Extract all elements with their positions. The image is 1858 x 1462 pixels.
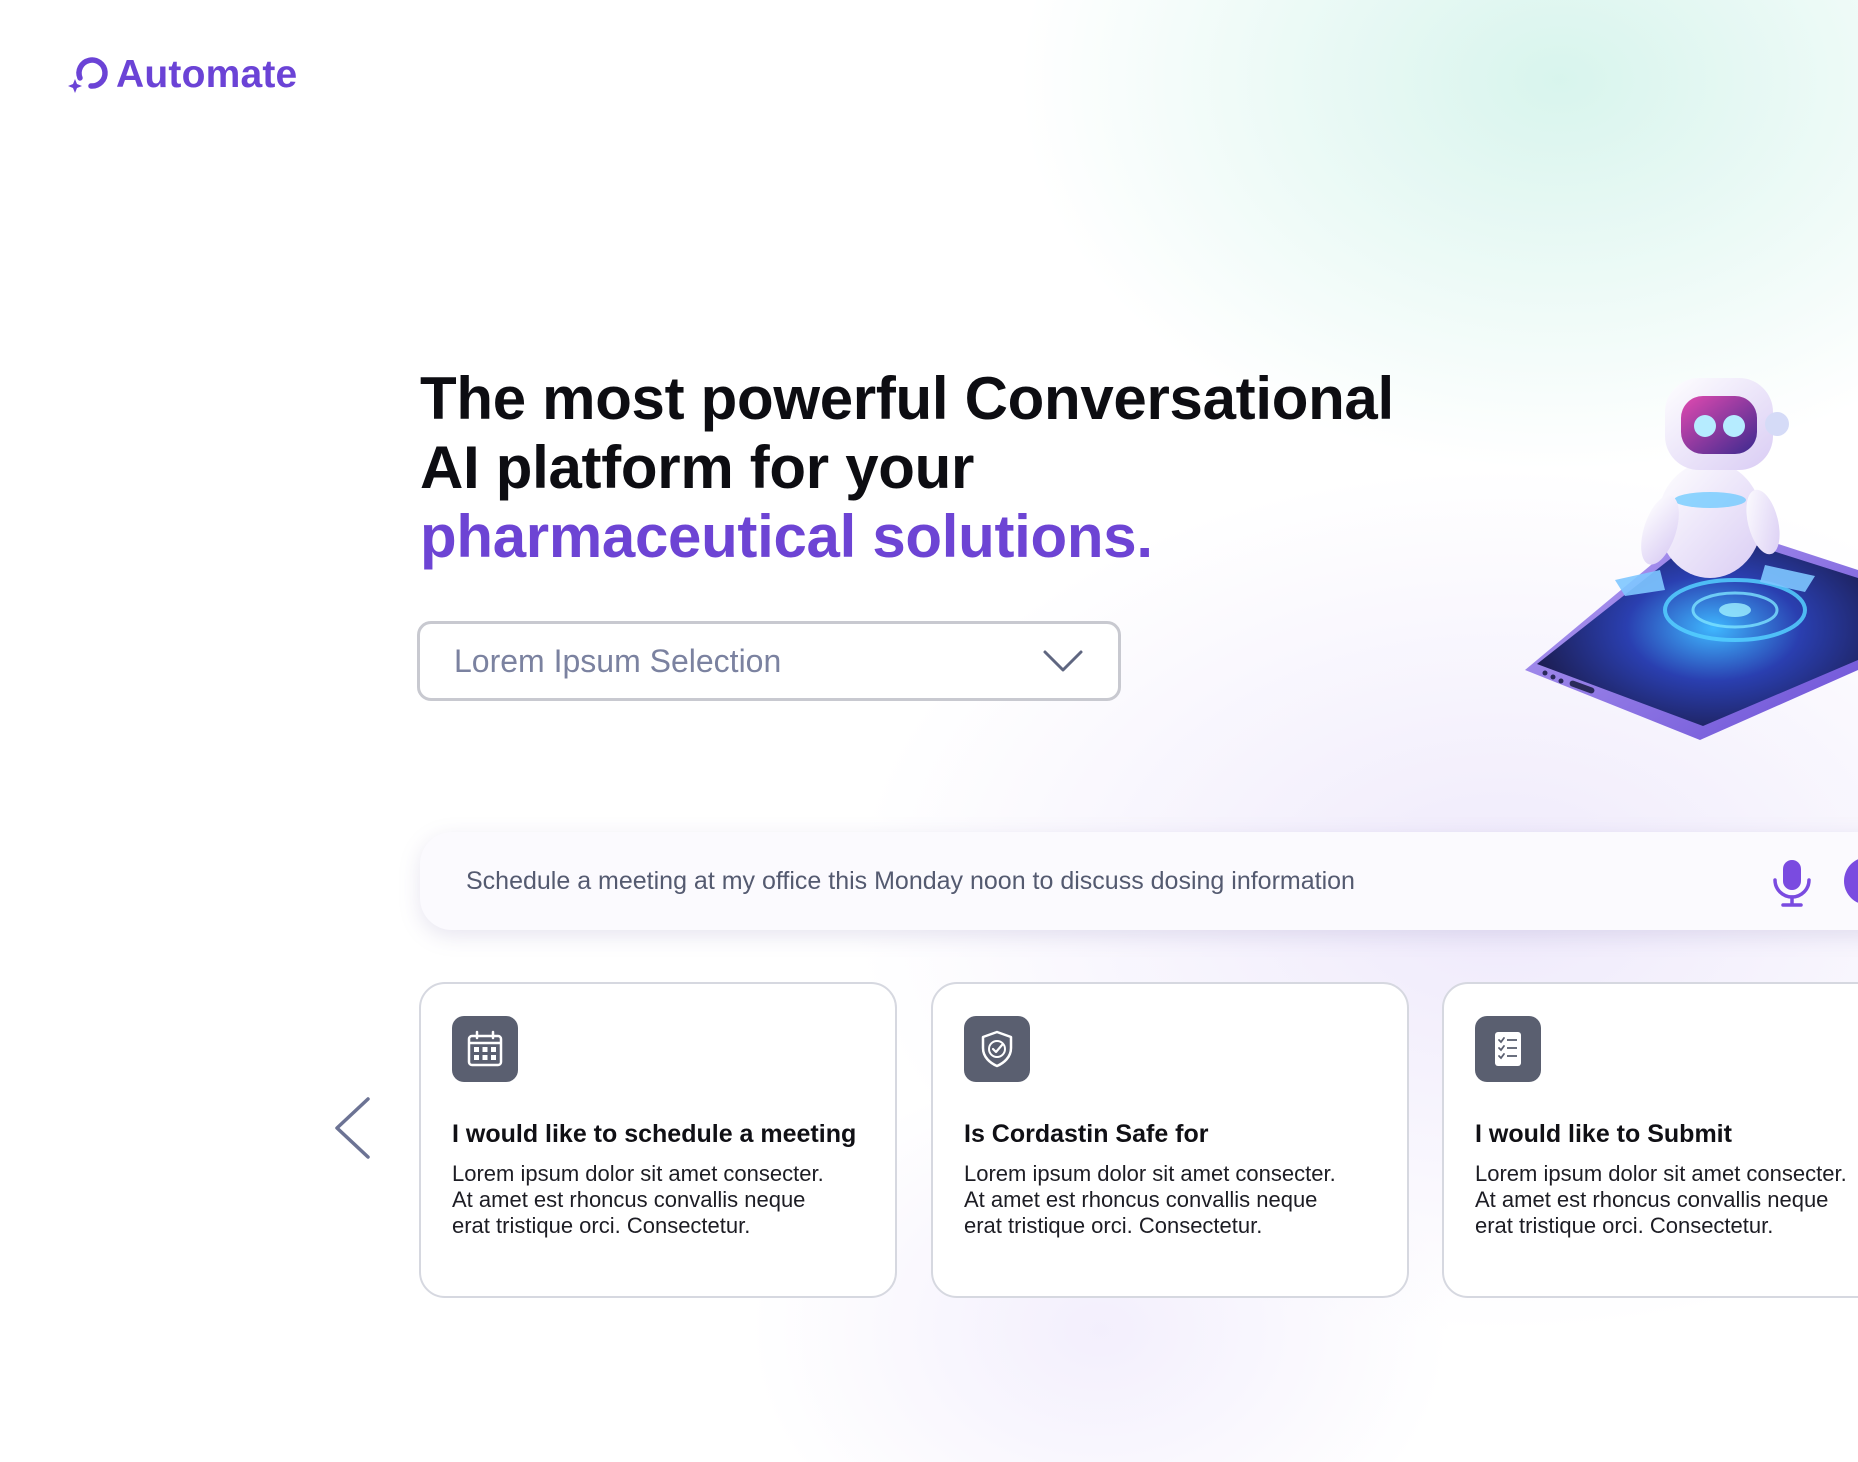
microphone-icon[interactable]: [1770, 858, 1814, 908]
card-title: I would like to schedule a meeting: [452, 1120, 857, 1148]
card-body: Lorem ipsum dolor sit amet consecter. At…: [964, 1161, 1336, 1238]
checklist-icon: [1475, 1016, 1541, 1082]
headline-line-3-accent: pharmaceutical solutions.: [420, 503, 1153, 570]
brand-logo[interactable]: Automate: [64, 52, 297, 98]
headline-line-2: AI platform for your: [420, 434, 975, 501]
card-title: Is Cordastin Safe for: [964, 1120, 1209, 1148]
card-body: Lorem ipsum dolor sit amet consecter. At…: [1475, 1161, 1847, 1238]
selection-dropdown[interactable]: Lorem Ipsum Selection: [417, 621, 1121, 701]
chevron-left-icon[interactable]: [332, 1096, 372, 1160]
shield-check-icon: [964, 1016, 1030, 1082]
headline-line-1: The most powerful Conversational: [420, 365, 1394, 432]
card-body: Lorem ipsum dolor sit amet consecter. At…: [452, 1161, 824, 1238]
hero-headline: The most powerful Conversational AI plat…: [420, 364, 1420, 571]
robot-on-phone-illustration: [1525, 378, 1858, 740]
chevron-down-icon: [1043, 650, 1083, 672]
suggestion-card-cordastin-safety[interactable]: Is Cordastin Safe for Lorem ipsum dolor …: [931, 982, 1409, 1298]
calendar-icon: [452, 1016, 518, 1082]
loop-sparkle-icon: [68, 57, 108, 93]
prompt-input-bar: [420, 832, 1858, 930]
suggestion-card-schedule-meeting[interactable]: I would like to schedule a meeting Lorem…: [419, 982, 897, 1298]
suggestion-card-submit[interactable]: I would like to Submit Lorem ipsum dolor…: [1442, 982, 1858, 1298]
selection-value: Lorem Ipsum Selection: [454, 642, 782, 679]
card-title: I would like to Submit: [1475, 1120, 1732, 1148]
prompt-input[interactable]: [464, 865, 1758, 897]
brand-name: Automate: [116, 53, 298, 96]
